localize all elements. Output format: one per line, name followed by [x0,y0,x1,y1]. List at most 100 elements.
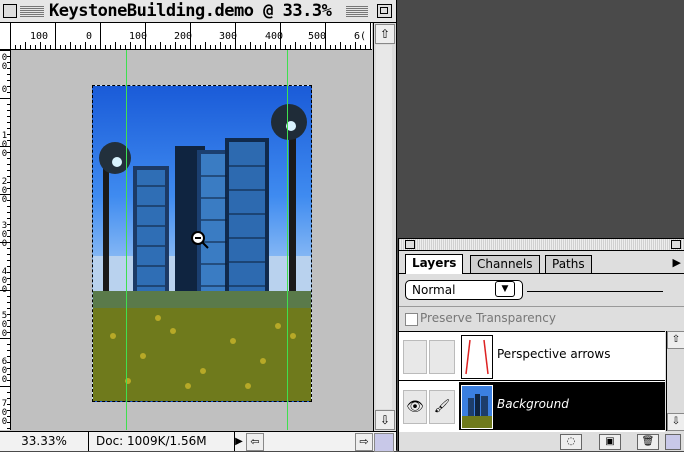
zoom-level-field[interactable]: 33.33% [0,432,89,451]
ruler-tick [80,45,81,49]
palette-title-bar[interactable] [399,239,684,251]
ruler-tick [180,45,181,49]
tab-layers[interactable]: Layers [405,254,464,274]
tab-channels[interactable]: Channels [470,255,540,273]
zoom-box-icon[interactable] [377,4,392,18]
ruler-label: 6( [354,31,367,42]
vertical-guide[interactable] [126,50,127,430]
resize-grow-box-icon[interactable] [374,433,394,452]
ruler-tick [7,368,10,369]
status-menu-arrow-icon[interactable]: ▶ [232,432,246,451]
ruler-tick [7,74,10,75]
ruler-tick [270,45,271,49]
new-layer-icon[interactable]: ▣ [599,434,621,450]
ruler-tick [160,42,161,49]
ruler-tick [7,62,10,63]
ruler-tick [7,236,10,237]
ruler-tick [150,45,151,49]
scroll-left-arrow-icon[interactable]: ⇦ [246,433,264,451]
layer-row[interactable]: 👁 🖌 Background [399,382,665,430]
ruler-tick [55,23,56,49]
ruler-label: 100 [30,31,49,42]
document-window: KeystoneBuilding.demo @ 33.3% 100 0 100 200… [0,0,397,452]
chevron-down-icon[interactable]: ▼ [495,281,515,297]
palette-tabs: Layers Channels Paths ▶ [399,253,684,274]
ruler-tick [295,42,296,49]
ruler-tick [350,45,351,49]
ruler-tick [195,45,196,49]
layer-list-scrollbar[interactable]: ⇧ ⇩ [666,331,684,431]
document-image[interactable] [92,85,312,402]
ruler-tick [7,302,10,303]
ruler-tick [7,68,10,69]
ruler-tick [7,320,10,321]
layer-list: Perspective arrows 👁 🖌 Background [399,331,665,433]
ruler-tick [7,134,10,135]
scroll-down-arrow-icon[interactable]: ⇩ [375,410,395,430]
trash-icon[interactable]: 🗑 [637,434,659,450]
eye-icon[interactable]: 👁 [403,390,427,424]
ruler-tick [85,42,86,49]
layer-mask-icon[interactable]: ◌ [560,434,582,450]
ruler-tick [75,45,76,49]
document-title-bar[interactable]: KeystoneBuilding.demo @ 33.3% [0,0,396,23]
ruler-tick [7,212,10,213]
ruler-tick [7,122,10,123]
zoom-out-cursor-icon [191,231,209,249]
ruler-tick [7,170,10,171]
ruler-tick [7,266,10,267]
scroll-up-arrow-icon[interactable]: ⇧ [667,331,684,349]
palette-zoom-icon[interactable] [671,240,681,249]
ruler-tick [230,45,231,49]
palette-menu-arrow-icon[interactable]: ▶ [673,256,681,269]
ruler-tick [7,200,10,201]
ruler-tick [225,45,226,49]
ruler-tick [7,206,10,207]
ruler-tick [355,42,356,49]
ruler-tick [70,42,71,49]
ruler-tick [7,128,10,129]
ruler-tick [7,116,10,117]
preserve-transparency-label: Preserve Transparency [420,311,556,325]
opacity-slider-line[interactable] [527,291,663,292]
ruler-tick [320,45,321,49]
ruler-tick [220,42,221,49]
document-title: KeystoneBuilding.demo @ 33.3% [46,1,335,21]
document-size-info[interactable]: Doc: 1009K/1.56M [90,432,235,451]
title-stripes [20,5,44,17]
ruler-tick [0,290,10,291]
ruler-tick [260,45,261,49]
ruler-tick [120,45,121,49]
ruler-label: 500 [308,31,327,42]
ruler-tick [7,296,10,297]
scroll-track[interactable] [376,45,392,409]
ruler-tick [335,45,336,49]
ruler-label: 0 [1,85,8,95]
close-box-icon[interactable] [3,4,17,18]
paintbrush-icon[interactable]: 🖌 [429,390,455,424]
layer-thumbnail [461,335,493,379]
ruler-tick [7,218,10,219]
visibility-toggle[interactable] [403,340,427,374]
ruler-tick [7,110,10,111]
scroll-up-arrow-icon[interactable]: ⇧ [375,24,395,44]
preserve-transparency-checkbox[interactable] [405,313,418,326]
vertical-ruler[interactable]: 0 001 0 02 0 03 0 04 0 05 0 06 0 07 0 0 [0,50,11,430]
ruler-tick [7,86,10,87]
ruler-tick [7,344,10,345]
edit-toggle[interactable] [429,340,455,374]
ruler-tick [310,42,311,49]
palette-close-icon[interactable] [405,240,415,249]
ruler-tick [45,45,46,49]
scroll-right-arrow-icon[interactable]: ⇨ [355,433,373,451]
layer-row[interactable]: Perspective arrows [399,332,665,381]
resize-grow-box-icon[interactable] [665,434,681,450]
tab-paths[interactable]: Paths [545,255,592,273]
horizontal-ruler[interactable]: 100 0 100 200 300 400 500 6( [10,23,372,50]
ruler-tick [325,23,326,49]
ruler-tick [0,242,10,243]
vertical-guide[interactable] [287,50,288,430]
scroll-down-arrow-icon[interactable]: ⇩ [667,413,684,431]
ruler-tick [315,45,316,49]
vertical-scrollbar[interactable]: ⇧ ⇩ [373,23,396,431]
